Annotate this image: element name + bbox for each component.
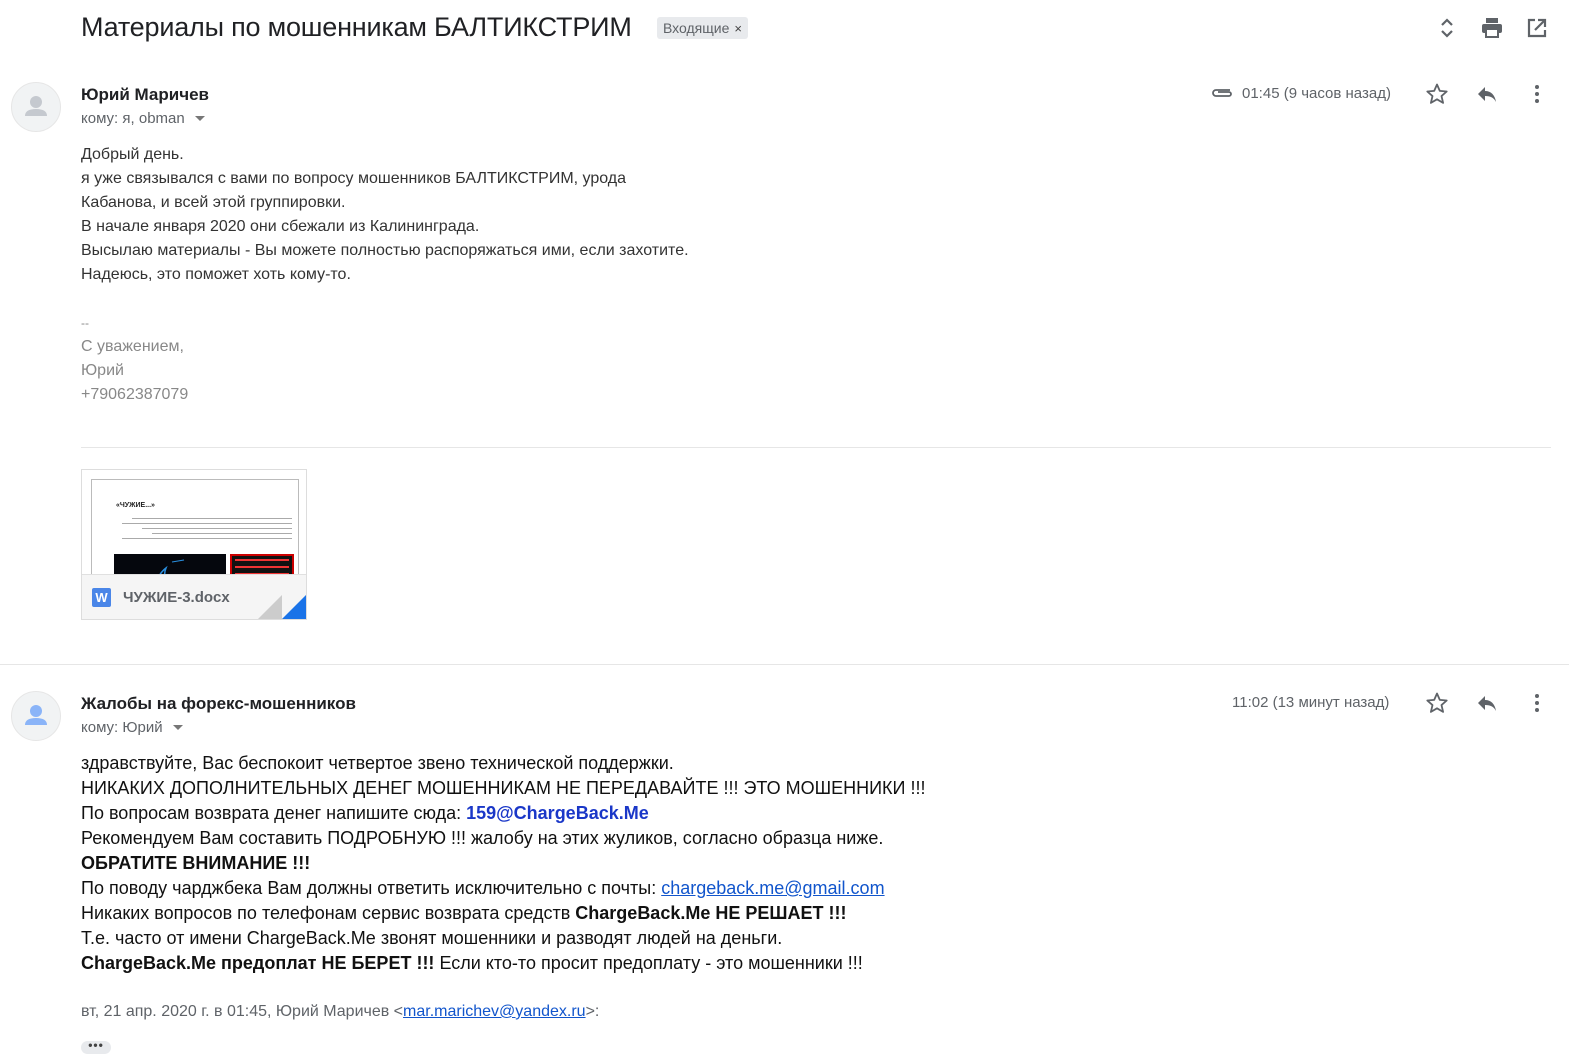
quoted-sender-email-link[interactable]: mar.marichev@yandex.ru [403, 1003, 586, 1020]
message-body: Добрый день. я уже связывался с вами по … [81, 143, 689, 287]
body-line: Кабанова, и всей этой группировки. [81, 194, 346, 211]
signature-phone: +79062387079 [81, 386, 189, 403]
quote-suffix: >: [585, 1003, 600, 1020]
body-text: Никаких вопросов по телефонам сервис воз… [81, 903, 576, 923]
body-line: здравствуйте, Вас беспокоит четвертое зв… [81, 753, 674, 773]
sender-avatar[interactable] [11, 691, 61, 741]
recipients-text: кому: Юрий [81, 719, 163, 736]
signature-line: С уважением, [81, 338, 184, 355]
page-fold-decoration [258, 595, 282, 619]
message-time: 11:02 (13 минут назад) [1232, 694, 1390, 711]
message-divider [0, 664, 1569, 665]
more-vert-icon [1535, 85, 1539, 103]
open-in-new-icon [1527, 18, 1547, 38]
body-line: Высылаю материалы - Вы можете полностью … [81, 242, 689, 259]
label-remove-button[interactable]: × [734, 21, 742, 36]
body-line: В начале января 2020 они сбежали из Кали… [81, 218, 480, 235]
print-icon [1482, 18, 1502, 38]
signature-line: Юрий [81, 362, 124, 379]
body-line: Добрый день. [81, 146, 184, 163]
body-text: По вопросам возврата денег напишите сюда… [81, 803, 467, 823]
star-icon [1426, 692, 1448, 713]
docs-corner-badge [282, 595, 306, 619]
recipients-dropdown-icon[interactable] [172, 725, 183, 730]
unfold-icon [1441, 18, 1453, 38]
paperclip-icon [1212, 89, 1232, 97]
signature-separator: -- [81, 316, 89, 330]
body-line: НИКАКИХ ДОПОЛНИТЕЛЬНЫХ ДЕНЕГ МОШЕННИКАМ … [81, 778, 926, 798]
body-line: Надеюсь, это поможет хоть кому-то. [81, 266, 351, 283]
reply-icon [1478, 696, 1496, 711]
quote-prefix: вт, 21 апр. 2020 г. в 01:45, Юрий Мариче… [81, 1003, 404, 1020]
body-line: По поводу чарджбека Вам должны ответить … [81, 876, 925, 901]
quote-header: вт, 21 апр. 2020 г. в 01:45, Юрий Мариче… [81, 1003, 599, 1021]
recipients-dropdown-icon[interactable] [194, 116, 205, 121]
attachment-preview: «ЧУЖИЕ...» [91, 479, 299, 589]
preview-title: «ЧУЖИЕ...» [116, 502, 155, 509]
label-chip-text: Входящие [663, 20, 730, 36]
body-bold-text: ChargeBack.Me НЕ РЕШАЕТ !!! [575, 903, 847, 923]
more-options-button[interactable] [1522, 79, 1552, 109]
message-body: здравствуйте, Вас беспокоит четвертое зв… [81, 751, 925, 976]
star-button[interactable] [1422, 688, 1452, 718]
recipients-line[interactable]: кому: Юрий [81, 719, 183, 736]
support-email-link[interactable]: 159@ChargeBack.Me [466, 803, 649, 823]
preview-text-lines [122, 518, 292, 539]
body-line: Т.е. часто от имени ChargeBack.Me звонят… [81, 928, 783, 948]
signature: -- С уважением, Юрий +79062387079 [81, 311, 188, 407]
recipients-text: кому: я, obman [81, 110, 185, 127]
word-doc-icon: W [92, 587, 111, 607]
attachments-divider [81, 447, 1551, 448]
show-trimmed-content-button[interactable]: ••• [81, 1039, 111, 1054]
print-all-button[interactable] [1478, 14, 1506, 42]
body-text: Если кто-то просит предоплату - это моше… [434, 953, 863, 973]
person-icon [25, 96, 47, 116]
body-line: ОБРАТИТЕ ВНИМАНИЕ !!! [81, 851, 925, 876]
reply-button[interactable] [1472, 79, 1502, 109]
attachment-card[interactable]: «ЧУЖИЕ...» W ЧУЖИЕ-3.docx [81, 469, 307, 620]
sender-name[interactable]: Юрий Маричев [81, 85, 209, 105]
body-line: ChargeBack.Me предоплат НЕ БЕРЕТ !!! Есл… [81, 951, 925, 976]
reply-button[interactable] [1472, 688, 1502, 718]
label-chip-inbox[interactable]: Входящие × [657, 17, 748, 39]
reply-icon [1478, 87, 1496, 102]
body-line: Никаких вопросов по телефонам сервис воз… [81, 901, 925, 926]
body-text: По поводу чарджбека Вам должны ответить … [81, 878, 662, 898]
body-line: я уже связывался с вами по вопросу мошен… [81, 170, 627, 187]
attention-text: ОБРАТИТЕ ВНИМАНИЕ !!! [81, 853, 311, 873]
expand-all-button[interactable] [1433, 14, 1461, 42]
sender-avatar[interactable] [11, 82, 61, 132]
thread-subject: Материалы по мошенникам БАЛТИКСТРИМ [81, 12, 632, 42]
body-bold-text: ChargeBack.Me предоплат НЕ БЕРЕТ !!! [81, 953, 435, 973]
attachment-indicator [1210, 86, 1234, 105]
star-button[interactable] [1422, 79, 1452, 109]
body-line: Рекомендуем Вам составить ПОДРОБНУЮ !!! … [81, 828, 884, 848]
more-vert-icon [1535, 694, 1539, 712]
attachment-filename: ЧУЖИЕ-3.docx [123, 588, 230, 606]
open-in-new-window-button[interactable] [1523, 14, 1551, 42]
person-icon [25, 705, 47, 725]
recipients-line[interactable]: кому: я, obman [81, 110, 205, 127]
sender-name[interactable]: Жалобы на форекс-мошенников [81, 694, 356, 714]
more-options-button[interactable] [1522, 688, 1552, 718]
message-time: 01:45 (9 часов назад) [1242, 85, 1391, 102]
chargeback-email-link[interactable]: chargeback.me@gmail.com [661, 878, 884, 898]
star-icon [1426, 83, 1448, 104]
body-line: По вопросам возврата денег напишите сюда… [81, 801, 925, 826]
